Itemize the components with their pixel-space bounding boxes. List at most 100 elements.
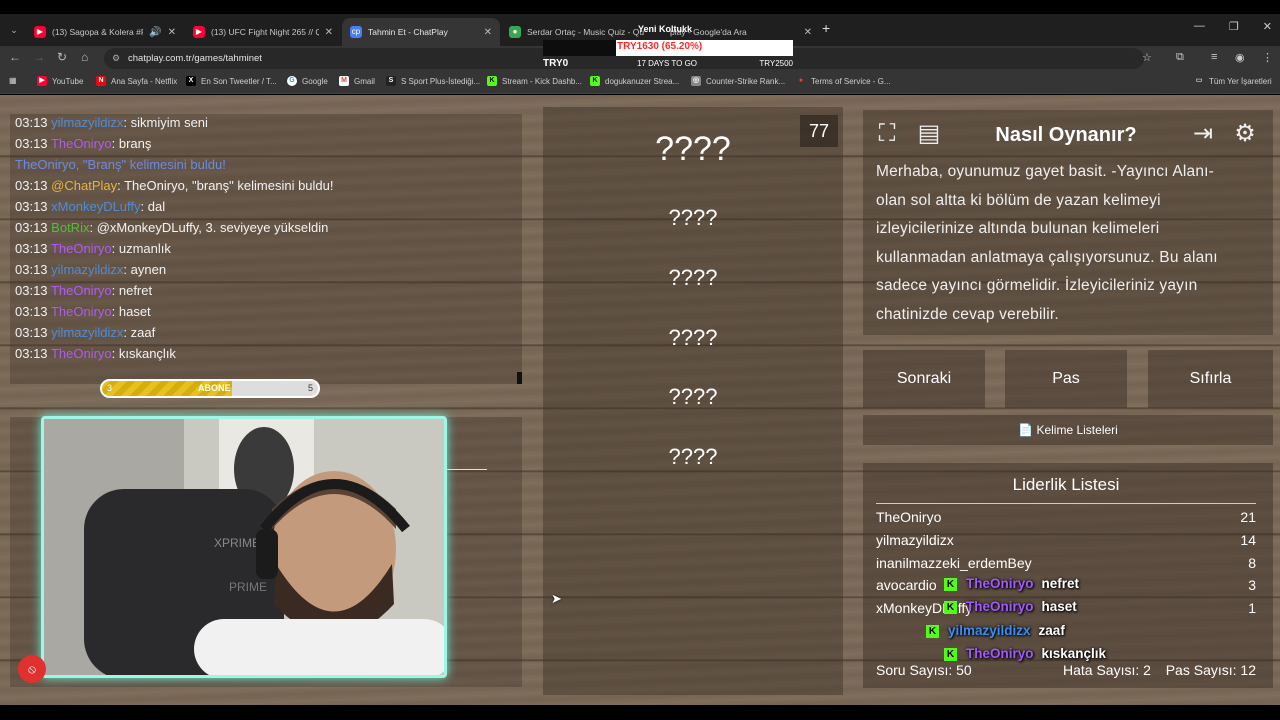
- chat-text: : zaaf: [123, 325, 156, 340]
- tab-search-icon[interactable]: ⌄: [6, 22, 22, 38]
- arrow-left-icon[interactable]: ←: [9, 50, 21, 64]
- next-button[interactable]: Sonraki: [863, 350, 985, 408]
- kick-icon: K: [590, 76, 600, 86]
- error-count: Hata Sayısı: 2: [1063, 662, 1151, 678]
- map-pin-icon: ●: [798, 77, 804, 84]
- tab-chatplay[interactable]: cp Tahmin Et - ChatPlay ✕: [342, 18, 500, 46]
- chat-username[interactable]: BotRix: [51, 220, 89, 235]
- exit-icon[interactable]: ⇥: [1186, 117, 1220, 151]
- new-tab-icon[interactable]: +: [822, 20, 830, 36]
- bookmark-google[interactable]: G Google: [287, 76, 328, 86]
- reset-button[interactable]: Sıfırla: [1148, 350, 1273, 408]
- speaker-icon[interactable]: 🔊: [149, 27, 161, 38]
- chat-username[interactable]: TheOniryo: [51, 283, 112, 298]
- chat-username[interactable]: yilmazyildizx: [51, 115, 123, 130]
- subscriber-goal-current: 3: [107, 383, 113, 393]
- subscriber-goal-target: 5: [307, 383, 313, 393]
- chat-message: 03:13 yilmazyildizx: sikmiyim seni: [15, 113, 208, 133]
- kick-icon: K: [944, 647, 957, 661]
- forbidden-word: ????: [668, 205, 718, 230]
- apps-icon[interactable]: ▦: [9, 76, 17, 85]
- maximize-icon[interactable]: ❐: [1229, 20, 1239, 33]
- document-icon[interactable]: ▤: [912, 117, 946, 151]
- chat-message: TheOniryo, "Branş" kelimesini buldu!: [15, 155, 226, 175]
- svg-text:XPRIME: XPRIME: [214, 536, 260, 550]
- fullscreen-icon[interactable]: ⛶: [870, 117, 904, 151]
- kebab-menu-icon[interactable]: ⋮: [1262, 51, 1273, 64]
- gmail-icon: M: [339, 76, 349, 86]
- media-icon[interactable]: ≡: [1211, 51, 1217, 63]
- youtube-icon: ▶: [193, 26, 205, 38]
- chat-text: : branş: [111, 136, 152, 151]
- chat-username[interactable]: yilmazyildizx: [51, 325, 123, 340]
- chat-username[interactable]: TheOniryo: [51, 346, 112, 361]
- chat-message: 03:13 @ChatPlay: TheOniryo, "branş" keli…: [15, 176, 334, 196]
- record-icon[interactable]: ⦸: [18, 655, 46, 683]
- chat-timestamp: 03:13: [15, 220, 48, 235]
- chat-scrollbar[interactable]: [517, 372, 522, 384]
- overlay-chat-message: K TheOniryo haset: [944, 596, 1077, 618]
- bookmark-kick-stream[interactable]: Kdogukanuzer Strea...: [590, 76, 679, 86]
- bookmark-terms[interactable]: ● Terms of Service - G...: [796, 76, 891, 86]
- bookmarks-bar: ▦ ▶ YouTube N Ana Sayfa - Netflix X En Son …: [0, 71, 1280, 94]
- chat-timestamp: 03:13: [15, 178, 48, 193]
- arrow-right-icon[interactable]: →: [33, 50, 45, 64]
- reload-icon[interactable]: ↻: [57, 50, 67, 64]
- subscriber-goal-label: ABONE: [198, 383, 231, 393]
- chat-message: 03:13 TheOniryo: uzmanlık: [15, 239, 171, 259]
- folder-icon: ▭: [1195, 77, 1203, 84]
- close-tab-icon[interactable]: ✕: [168, 27, 176, 38]
- bookmark-twitter[interactable]: X En Son Tweetler / T...: [186, 76, 277, 86]
- site-info-icon[interactable]: ⚙: [112, 48, 120, 69]
- overlay-chat-message: Kyilmazyildizx zaaf: [926, 620, 1065, 642]
- bookmark-gmail[interactable]: M Gmail: [339, 76, 375, 86]
- bookmark-ssport[interactable]: SS Sport Plus-İstediği...: [386, 76, 480, 86]
- chat-timestamp: 03:13: [15, 199, 48, 214]
- tab-youtube-ufc[interactable]: ▶ (13) UFC Fight Night 265 // QA ✕: [185, 18, 341, 46]
- goal-progress-fill: [543, 40, 617, 56]
- chat-text: : @xMonkeyDLuffy, 3. seviyeye yükseldin: [89, 220, 329, 235]
- chat-message: 03:13 yilmazyildizx: aynen: [15, 260, 166, 280]
- close-window-icon[interactable]: ✕: [1263, 20, 1272, 33]
- bookmark-youtube[interactable]: ▶ YouTube: [37, 76, 83, 86]
- chat-text: : nefret: [111, 283, 153, 298]
- settings-gear-icon[interactable]: ⚙: [1228, 117, 1262, 151]
- tab-youtube-sagopa[interactable]: ▶ (13) Sagopa & Kolera #Play 🔊 ✕: [26, 18, 184, 46]
- chat-timestamp: 03:13: [15, 304, 48, 319]
- profile-icon[interactable]: ◉: [1235, 51, 1245, 64]
- how-to-play-text: Merhaba, oyunumuz gayet basit. -Yayıncı …: [876, 163, 1218, 323]
- goal-progress-bar: TRY1630 (65.20%): [543, 40, 793, 56]
- close-tab-icon[interactable]: ✕: [804, 27, 812, 38]
- youtube-icon: ▶: [37, 76, 47, 86]
- forbidden-word: ????: [668, 444, 718, 469]
- chat-message: 03:13 xMonkeyDLuffy: dal: [15, 197, 165, 217]
- chat-message: 03:13 yilmazyildizx: zaaf: [15, 323, 155, 343]
- chat-username[interactable]: @ChatPlay: [51, 178, 117, 193]
- chat-username[interactable]: TheOniryo: [51, 136, 112, 151]
- bookmark-netflix[interactable]: N Ana Sayfa - Netflix: [96, 76, 177, 86]
- chat-text: : TheOniryo, "branş" kelimesini buldu!: [117, 178, 334, 193]
- bookmark-cs-rank[interactable]: ◎ Counter-Strike Rank...: [691, 76, 785, 86]
- star-icon[interactable]: ☆: [1142, 51, 1152, 64]
- chat-username[interactable]: xMonkeyDLuffy: [51, 199, 140, 214]
- forbidden-word: ????: [668, 384, 718, 409]
- leaderboard-row: TheOniryo 21: [876, 509, 1256, 525]
- word-lists-button[interactable]: 📄 Kelime Listeleri: [863, 415, 1273, 445]
- chat-username[interactable]: TheOniryo: [51, 304, 112, 319]
- pass-count: Pas Sayısı: 12: [1165, 662, 1256, 678]
- puzzle-icon[interactable]: ⧉: [1176, 51, 1184, 64]
- kick-icon: K: [944, 577, 957, 591]
- all-bookmarks[interactable]: ▭ Tüm Yer İşaretleri: [1194, 76, 1272, 86]
- chat-timestamp: 03:13: [15, 283, 48, 298]
- chatplay-icon: cp: [350, 26, 362, 38]
- close-tab-icon[interactable]: ✕: [325, 27, 333, 38]
- close-tab-icon[interactable]: ✕: [484, 27, 492, 38]
- minimize-icon[interactable]: —: [1194, 20, 1205, 33]
- pass-button[interactable]: Pas: [1005, 350, 1127, 408]
- home-icon[interactable]: ⌂: [81, 50, 88, 64]
- goal-title: Yeni Koltukk: [638, 24, 693, 34]
- chat-username[interactable]: yilmazyildizx: [51, 262, 123, 277]
- chat-username[interactable]: TheOniryo: [51, 241, 112, 256]
- bookmark-kick-dashboard[interactable]: K Stream - Kick Dashb...: [487, 76, 582, 86]
- x-icon: X: [186, 76, 196, 86]
